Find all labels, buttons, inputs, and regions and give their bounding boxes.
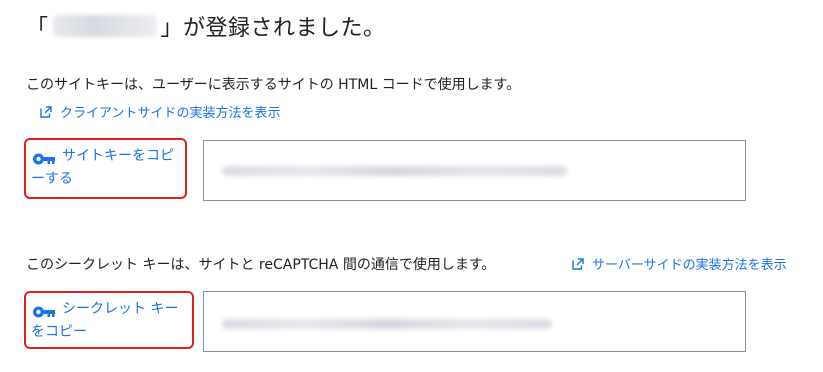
- open-in-new-icon: [40, 105, 52, 118]
- server-side-link-label: サーバーサイドの実装方法を表示: [592, 258, 787, 273]
- key-icon: [33, 153, 55, 165]
- site-key-field[interactable]: [203, 140, 746, 201]
- page-title: 「 」が登録されました。: [26, 10, 386, 42]
- secret-key-description: このシークレット キーは、サイトと reCAPTCHA 間の通信で使用します。: [26, 257, 496, 273]
- key-icon: [33, 306, 55, 318]
- client-side-implementation-link[interactable]: クライアントサイドの実装方法を表示: [40, 102, 280, 121]
- open-in-new-icon: [572, 257, 584, 270]
- client-side-link-label: クライアントサイドの実装方法を表示: [60, 106, 281, 121]
- redacted-site-key-value: [222, 166, 567, 176]
- title-registered-text: 」が登録されました。: [160, 16, 386, 41]
- server-side-implementation-link[interactable]: サーバーサイドの実装方法を表示: [572, 254, 787, 273]
- redacted-site-name: [52, 15, 157, 37]
- secret-key-field[interactable]: [203, 291, 746, 352]
- copy-secret-key-button[interactable]: シークレット キー をコピー: [24, 291, 194, 349]
- copy-secret-key-label-line2: をコピー: [31, 324, 87, 340]
- copy-secret-key-label-line1: シークレット キー: [62, 301, 179, 317]
- title-open-bracket: 「: [26, 16, 49, 41]
- site-key-description: このサイトキーは、ユーザーに表示するサイトの HTML コードで使用します。: [26, 77, 521, 93]
- copy-site-key-label-line2: ーする: [31, 171, 73, 187]
- copy-site-key-button[interactable]: サイトキーをコピ ーする: [24, 138, 187, 199]
- copy-site-key-label-line1: サイトキーをコピ: [62, 148, 174, 164]
- redacted-secret-key-value: [222, 319, 552, 329]
